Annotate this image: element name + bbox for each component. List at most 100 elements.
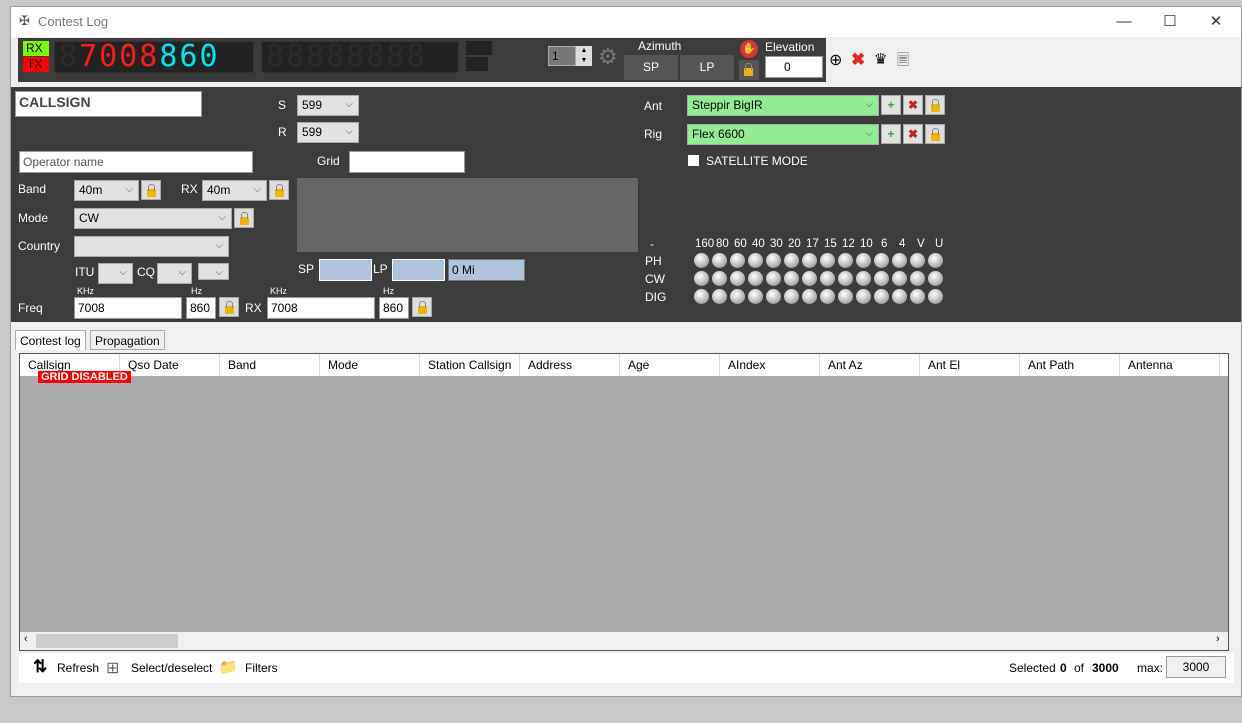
select-deselect-button[interactable]: Select/deselect bbox=[131, 661, 212, 675]
country-select[interactable] bbox=[74, 236, 229, 257]
band-mode-indicator[interactable] bbox=[820, 271, 835, 286]
filters-folder-icon[interactable]: 📁 bbox=[219, 658, 238, 676]
column-header[interactable]: Address bbox=[520, 354, 620, 376]
band-mode-indicator[interactable] bbox=[748, 289, 763, 304]
band-mode-indicator[interactable] bbox=[784, 271, 799, 286]
delete-icon[interactable]: ✖ bbox=[851, 50, 865, 70]
band-mode-indicator[interactable] bbox=[910, 289, 925, 304]
rotor-lock-icon[interactable] bbox=[739, 60, 759, 80]
band-mode-indicator[interactable] bbox=[874, 271, 889, 286]
tx-indicator[interactable]: TX bbox=[23, 57, 49, 72]
band-mode-indicator[interactable] bbox=[838, 289, 853, 304]
column-header[interactable]: AIndex bbox=[720, 354, 820, 376]
rx-indicator[interactable]: RX bbox=[23, 41, 49, 56]
cq-select[interactable] bbox=[157, 263, 192, 284]
column-header[interactable]: Station Callsign bbox=[420, 354, 520, 376]
add-circle-icon[interactable]: ⊕ bbox=[829, 50, 842, 70]
settings-gear-icon[interactable]: ⚙ bbox=[598, 44, 618, 70]
column-header[interactable]: Ant El bbox=[920, 354, 1020, 376]
column-header[interactable]: Mode bbox=[320, 354, 420, 376]
band-mode-indicator[interactable] bbox=[730, 289, 745, 304]
rx-band-lock-icon[interactable] bbox=[269, 180, 289, 200]
band-mode-indicator[interactable] bbox=[784, 253, 799, 268]
remove-antenna-button[interactable]: ✖ bbox=[903, 95, 923, 115]
stop-rotor-icon[interactable]: ✋ bbox=[740, 40, 758, 58]
long-path-button[interactable]: LP bbox=[680, 55, 734, 80]
band-mode-indicator[interactable] bbox=[892, 253, 907, 268]
elevation-input[interactable]: 0 bbox=[765, 56, 823, 78]
itu-select[interactable] bbox=[98, 263, 133, 284]
band-mode-indicator[interactable] bbox=[820, 289, 835, 304]
band-mode-indicator[interactable] bbox=[892, 289, 907, 304]
band-mode-indicator[interactable] bbox=[730, 253, 745, 268]
tab-contest-log[interactable]: Contest log bbox=[15, 330, 86, 350]
max-input[interactable]: 3000 bbox=[1166, 656, 1226, 678]
band-mode-indicator[interactable] bbox=[802, 271, 817, 286]
band-mode-indicator[interactable] bbox=[748, 253, 763, 268]
freq-hz-input[interactable]: 860 bbox=[186, 297, 216, 319]
rst-received-select[interactable]: 599 bbox=[297, 122, 359, 143]
scroll-right-icon[interactable]: › bbox=[1216, 633, 1220, 645]
band-mode-indicator[interactable] bbox=[910, 271, 925, 286]
mode-select[interactable]: CW bbox=[74, 208, 232, 229]
crown-icon[interactable]: ♛ bbox=[874, 50, 887, 68]
column-header[interactable]: Ant Az bbox=[820, 354, 920, 376]
rst-sent-select[interactable]: 599 bbox=[297, 95, 359, 116]
zone-field[interactable] bbox=[198, 263, 229, 280]
band-mode-indicator[interactable] bbox=[874, 253, 889, 268]
rig-lock-icon[interactable] bbox=[925, 124, 945, 144]
band-mode-indicator[interactable] bbox=[838, 271, 853, 286]
column-header[interactable]: Band bbox=[220, 354, 320, 376]
add-rig-button[interactable]: + bbox=[881, 124, 901, 144]
add-antenna-button[interactable]: + bbox=[881, 95, 901, 115]
refresh-icon[interactable]: ⇅ bbox=[33, 657, 47, 677]
band-mode-indicator[interactable] bbox=[820, 253, 835, 268]
refresh-button[interactable]: Refresh bbox=[57, 661, 99, 675]
scroll-left-icon[interactable]: ‹ bbox=[24, 633, 28, 645]
band-mode-indicator[interactable] bbox=[802, 289, 817, 304]
select-grid-icon[interactable]: ⊞ bbox=[106, 658, 119, 678]
band-mode-indicator[interactable] bbox=[712, 253, 727, 268]
grid-input[interactable] bbox=[349, 151, 465, 173]
band-mode-indicator[interactable] bbox=[748, 271, 763, 286]
rx-freq-lock-icon[interactable] bbox=[412, 297, 432, 317]
band-mode-indicator[interactable] bbox=[928, 289, 943, 304]
band-mode-indicator[interactable] bbox=[856, 289, 871, 304]
band-mode-indicator[interactable] bbox=[766, 271, 781, 286]
close-button[interactable]: ✕ bbox=[1193, 7, 1239, 37]
band-mode-indicator[interactable] bbox=[928, 253, 943, 268]
band-mode-indicator[interactable] bbox=[694, 253, 709, 268]
band-mode-indicator[interactable] bbox=[784, 289, 799, 304]
antenna-select[interactable]: Steppir BigIR bbox=[687, 95, 879, 116]
band-select[interactable]: 40m bbox=[74, 180, 139, 201]
band-mode-indicator[interactable] bbox=[910, 253, 925, 268]
column-header[interactable]: Qso Date bbox=[120, 354, 220, 376]
band-mode-indicator[interactable] bbox=[802, 253, 817, 268]
remove-rig-button[interactable]: ✖ bbox=[903, 124, 923, 144]
rx-band-select[interactable]: 40m bbox=[202, 180, 267, 201]
operator-name-input[interactable]: Operator name bbox=[19, 151, 253, 173]
rig-select[interactable]: Flex 6600 bbox=[687, 124, 879, 145]
minimize-button[interactable]: — bbox=[1101, 7, 1147, 37]
filters-button[interactable]: Filters bbox=[245, 661, 278, 675]
band-mode-indicator[interactable] bbox=[694, 271, 709, 286]
band-mode-indicator[interactable] bbox=[730, 271, 745, 286]
spinner-input[interactable]: 1 bbox=[548, 46, 576, 66]
document-icon[interactable]: 🗏 bbox=[897, 50, 909, 75]
column-header[interactable]: Age bbox=[620, 354, 720, 376]
column-header[interactable]: Antenna bbox=[1120, 354, 1220, 376]
band-mode-indicator[interactable] bbox=[766, 253, 781, 268]
short-path-button[interactable]: SP bbox=[624, 55, 678, 80]
spinner-arrows[interactable]: ▲ ▼ bbox=[576, 46, 592, 66]
band-mode-indicator[interactable] bbox=[856, 271, 871, 286]
band-mode-indicator[interactable] bbox=[766, 289, 781, 304]
band-mode-indicator[interactable] bbox=[856, 253, 871, 268]
band-mode-indicator[interactable] bbox=[712, 271, 727, 286]
band-lock-icon[interactable] bbox=[141, 180, 161, 200]
maximize-button[interactable]: ☐ bbox=[1147, 7, 1193, 37]
band-mode-indicator[interactable] bbox=[694, 289, 709, 304]
antenna-lock-icon[interactable] bbox=[925, 95, 945, 115]
freq-khz-input[interactable]: 7008 bbox=[74, 297, 182, 319]
freq-lock-icon[interactable] bbox=[219, 297, 239, 317]
band-mode-indicator[interactable] bbox=[838, 253, 853, 268]
